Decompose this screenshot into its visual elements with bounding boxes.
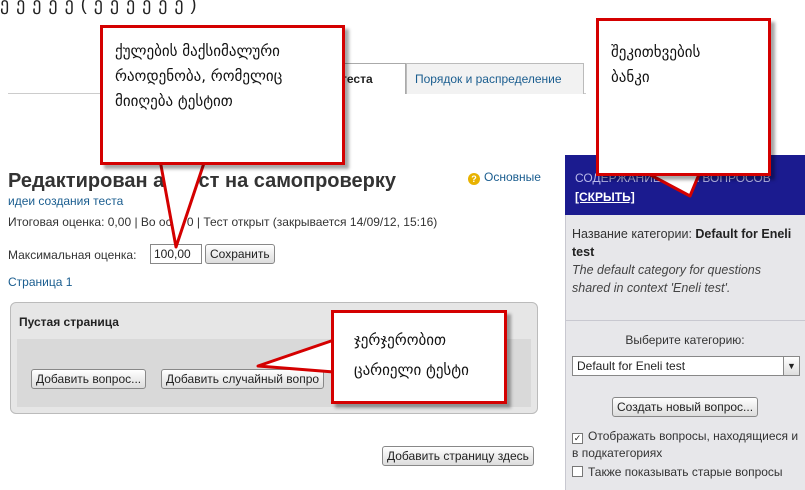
- callout-max-grade: ქულების მაქსიმალური რაოდენობა, რომელიც მ…: [100, 25, 345, 165]
- callout-3-line-2: ცარიელი ტესტი: [354, 361, 469, 379]
- callout-1-line-3: მიიღება ტესტით: [115, 92, 233, 110]
- callout-empty-quiz: ჯერჯერობით ცარიელი ტესტი: [331, 310, 507, 404]
- callout-1-pointer: [158, 158, 207, 249]
- callout-2-line-2: ბანკი: [611, 68, 650, 86]
- callout-3-pointer: [256, 338, 336, 374]
- callout-question-bank: შეკითხვების ბანკი: [596, 18, 771, 176]
- callout-2-line-1: შეკითხვების: [611, 43, 701, 61]
- callout-3-line-1: ჯერჯერობით: [354, 331, 447, 349]
- callout-1-line-2: რაოდენობა, რომელიც: [115, 67, 283, 85]
- callout-1-line-1: ქულების მაქსიმალური: [115, 42, 280, 60]
